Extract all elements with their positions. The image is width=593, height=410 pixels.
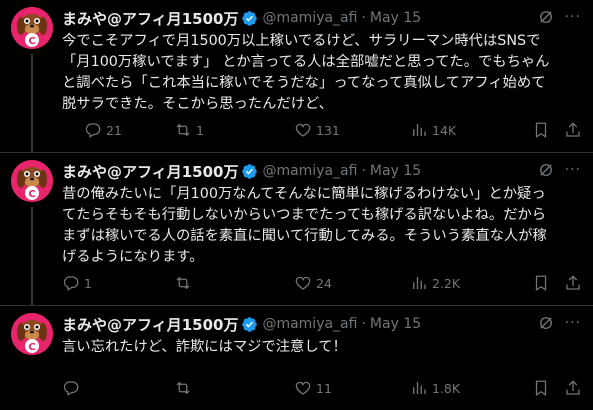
verified-badge-icon	[241, 10, 258, 27]
share-icon	[564, 379, 582, 397]
action-bar: 1 24 2.2K	[62, 273, 589, 293]
repost-button[interactable]: 1	[174, 120, 204, 140]
reply-count: 21	[106, 122, 122, 138]
share-button[interactable]	[564, 378, 582, 398]
reply-button[interactable]: 21	[84, 120, 122, 140]
share-icon	[564, 121, 582, 139]
like-count: 11	[316, 380, 332, 396]
tweet-header: まみや@アフィ月1500万 @mamiya_afi · May 15 ···	[62, 314, 585, 334]
tweet-text: 昔の俺みたいに「月100万なんてそんなに簡単に稼げるわけない」とか疑っ てたらそ…	[62, 186, 547, 265]
repost-icon	[174, 121, 192, 139]
heart-icon	[294, 274, 312, 292]
bookmark-button[interactable]	[532, 273, 550, 293]
timestamp[interactable]: May 15	[370, 10, 421, 26]
reply-count: 1	[84, 275, 92, 291]
handle[interactable]: @mamiya_afi	[262, 163, 357, 179]
repost-icon	[174, 274, 192, 292]
separator-dot: ·	[361, 10, 366, 26]
tweet[interactable]: まみや@アフィ月1500万 @mamiya_afi · May 15 ··· 言…	[0, 306, 593, 410]
reply-icon	[84, 121, 102, 139]
view-count: 1.8K	[432, 380, 461, 396]
bookmark-button[interactable]	[532, 378, 550, 398]
display-name[interactable]: まみや@アフィ月1500万	[62, 8, 238, 29]
separator-dot: ·	[361, 163, 366, 179]
more-icon[interactable]: ···	[565, 162, 581, 178]
like-button[interactable]: 24	[294, 273, 332, 293]
avatar[interactable]	[11, 313, 53, 355]
reply-button[interactable]: 1	[62, 273, 92, 293]
repost-icon	[174, 379, 192, 397]
timestamp[interactable]: May 15	[370, 316, 421, 332]
like-button[interactable]: 131	[294, 120, 340, 140]
share-button[interactable]	[564, 273, 582, 293]
display-name[interactable]: まみや@アフィ月1500万	[62, 161, 238, 182]
repost-button[interactable]	[174, 378, 196, 398]
views-icon	[410, 121, 428, 139]
grok-icon[interactable]	[537, 8, 555, 26]
avatar[interactable]	[11, 160, 53, 202]
reply-icon	[62, 379, 80, 397]
more-icon[interactable]: ···	[565, 315, 581, 331]
tweet-text: 言い忘れたけど、詐欺にはマジで注意して！	[62, 339, 347, 355]
repost-count: 1	[196, 122, 204, 138]
share-icon	[564, 274, 582, 292]
action-bar: 21 1 131 14K	[62, 120, 589, 140]
thread-line	[31, 207, 33, 305]
views-icon	[410, 379, 428, 397]
bookmark-icon	[532, 274, 550, 292]
bookmark-icon	[532, 379, 550, 397]
views-button[interactable]: 14K	[410, 120, 456, 140]
views-button[interactable]: 1.8K	[410, 378, 460, 398]
handle[interactable]: @mamiya_afi	[262, 10, 357, 26]
tweet[interactable]: まみや@アフィ月1500万 @mamiya_afi · May 15 ··· 今…	[0, 0, 593, 153]
like-count: 131	[316, 122, 340, 138]
action-bar: 11 1.8K	[62, 378, 589, 398]
reply-icon	[62, 274, 80, 292]
like-button[interactable]: 11	[294, 378, 332, 398]
tweet-header: まみや@アフィ月1500万 @mamiya_afi · May 15 ···	[62, 161, 585, 181]
share-button[interactable]	[564, 120, 582, 140]
handle[interactable]: @mamiya_afi	[262, 316, 357, 332]
tweet-header: まみや@アフィ月1500万 @mamiya_afi · May 15 ···	[62, 8, 585, 28]
bookmark-button[interactable]	[532, 120, 550, 140]
more-icon[interactable]: ···	[565, 9, 581, 25]
timestamp[interactable]: May 15	[370, 163, 421, 179]
repost-button[interactable]	[174, 273, 196, 293]
bookmark-icon	[532, 121, 550, 139]
thread-line	[31, 54, 33, 152]
heart-icon	[294, 121, 312, 139]
view-count: 14K	[432, 122, 457, 138]
like-count: 24	[316, 275, 332, 291]
grok-icon[interactable]	[537, 161, 555, 179]
separator-dot: ·	[361, 316, 366, 332]
avatar[interactable]	[11, 7, 53, 49]
display-name[interactable]: まみや@アフィ月1500万	[62, 314, 238, 335]
grok-icon[interactable]	[537, 314, 555, 332]
tweet-text: 今でこそアフィで月1500万以上稼いでるけど、サラリーマン時代はSNSで 「月1…	[62, 33, 550, 112]
tweet[interactable]: まみや@アフィ月1500万 @mamiya_afi · May 15 ··· 昔…	[0, 153, 593, 306]
views-button[interactable]: 2.2K	[410, 273, 460, 293]
verified-badge-icon	[241, 163, 258, 180]
heart-icon	[294, 379, 312, 397]
verified-badge-icon	[241, 316, 258, 333]
views-icon	[410, 274, 428, 292]
reply-button[interactable]	[62, 378, 84, 398]
view-count: 2.2K	[432, 275, 461, 291]
